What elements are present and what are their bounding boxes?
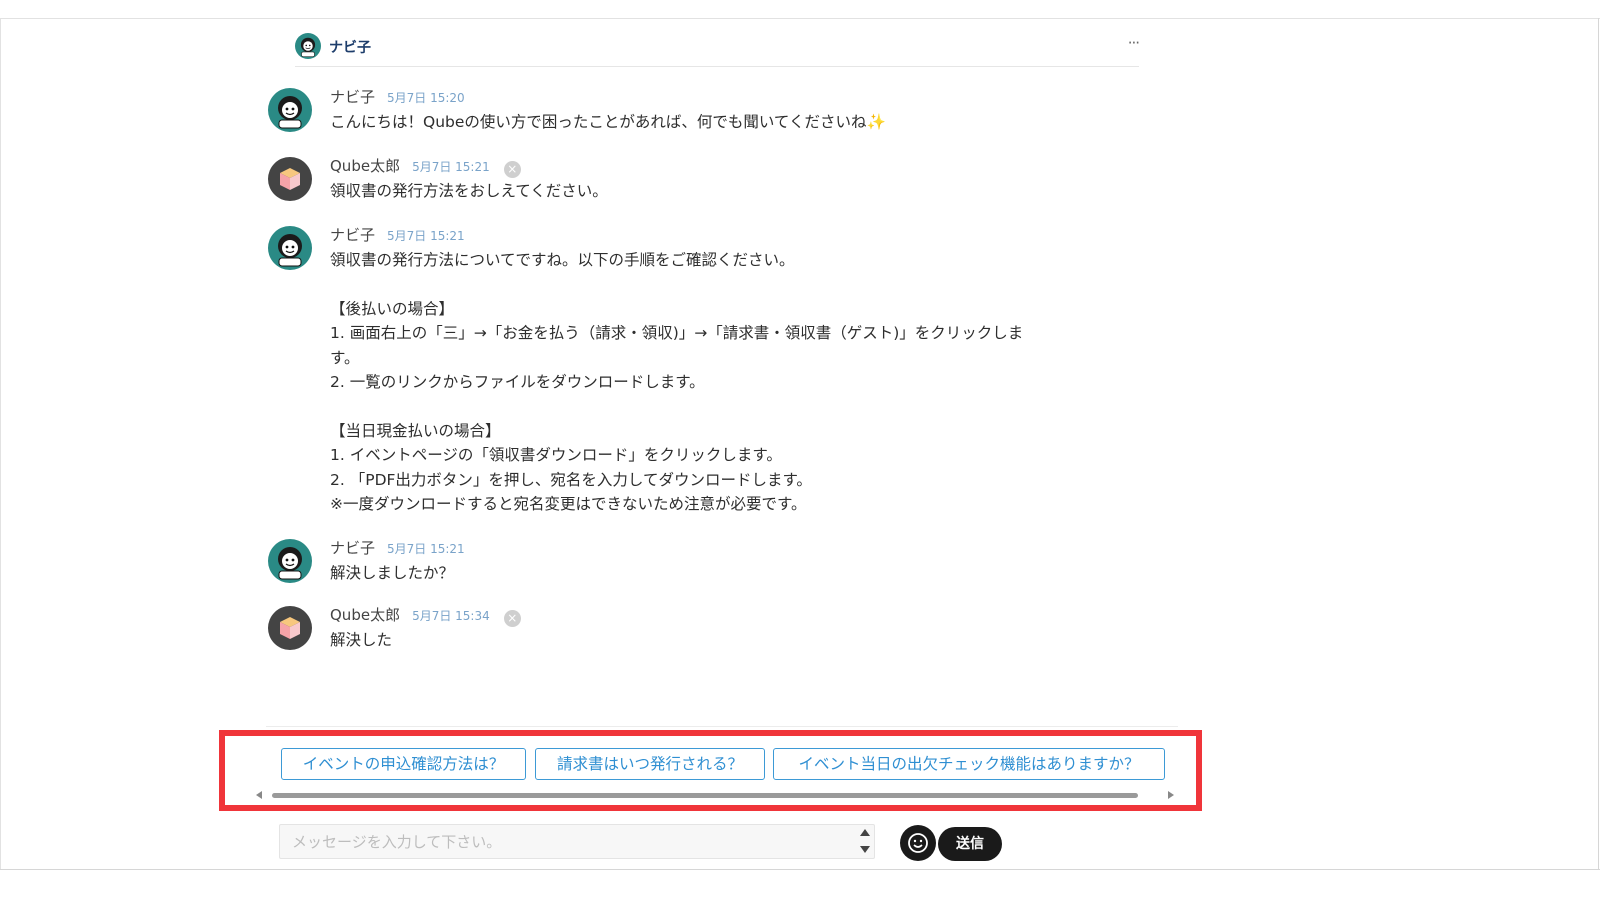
sender-name: ナビ子	[330, 226, 376, 244]
sender-name: ナビ子	[330, 539, 376, 557]
message-time: 5月7日 15:21	[387, 229, 465, 243]
message-time: 5月7日 15:21	[387, 542, 465, 556]
message-header: Qube太郎 5月7日 15:21 ×	[330, 155, 521, 178]
chevron-down-icon[interactable]	[860, 846, 870, 853]
message-header: ナビ子 5月7日 15:20	[330, 86, 465, 107]
message-header: Qube太郎 5月7日 15:34 ×	[330, 604, 521, 627]
message-body: 領収書の発行方法をおしえてください。	[330, 182, 608, 200]
frame-right-border	[1598, 18, 1599, 870]
frame-left-border	[0, 18, 1, 870]
send-button[interactable]: 送信	[938, 827, 1002, 861]
delete-message-icon[interactable]: ×	[503, 610, 521, 627]
sender-name: ナビ子	[330, 88, 376, 106]
message-text: こんにちは！Qubeの使い方で困ったことがあれば、何でも聞いてくださいね	[330, 113, 867, 131]
cube-avatar-icon	[268, 606, 312, 650]
message-body: 領収書の発行方法についてですね。以下の手順をご確認ください。 【後払いの場合】 …	[330, 251, 1024, 514]
delete-message-icon[interactable]: ×	[503, 161, 521, 178]
sender-name: Qube太郎	[330, 606, 401, 624]
navi-avatar-icon	[268, 88, 312, 132]
message-input[interactable]	[279, 824, 875, 859]
suggestions-divider	[266, 726, 1178, 727]
message-body: こんにちは！Qubeの使い方で困ったことがあれば、何でも聞いてくださいね✨	[330, 110, 1070, 134]
message-header: ナビ子 5月7日 15:21	[330, 224, 465, 245]
cube-avatar-icon	[268, 157, 312, 201]
navi-avatar-icon	[268, 226, 312, 270]
emoji-button[interactable]	[900, 825, 936, 861]
sender-name: Qube太郎	[330, 157, 401, 175]
message-time: 5月7日 15:20	[387, 91, 465, 105]
navi-avatar-icon	[295, 33, 321, 59]
more-options-icon[interactable]: ···	[1128, 34, 1140, 52]
frame-bottom-border	[0, 869, 1600, 870]
input-resize-stepper[interactable]	[860, 826, 870, 856]
chat-header: ナビ子 ···	[295, 30, 1140, 67]
navi-avatar-icon	[268, 539, 312, 583]
smiley-icon	[908, 833, 928, 853]
chevron-up-icon[interactable]	[860, 829, 870, 836]
message-header: ナビ子 5月7日 15:21	[330, 537, 465, 558]
frame-top-border	[0, 18, 1600, 19]
message-time: 5月7日 15:34	[412, 609, 490, 623]
message-body: 解決した	[330, 631, 393, 649]
message-body: 解決しましたか？	[330, 564, 455, 582]
highlight-annotation	[219, 730, 1202, 811]
chat-header-name: ナビ子	[329, 40, 371, 56]
message-time: 5月7日 15:21	[412, 160, 490, 174]
sparkle-icon: ✨	[866, 113, 886, 131]
